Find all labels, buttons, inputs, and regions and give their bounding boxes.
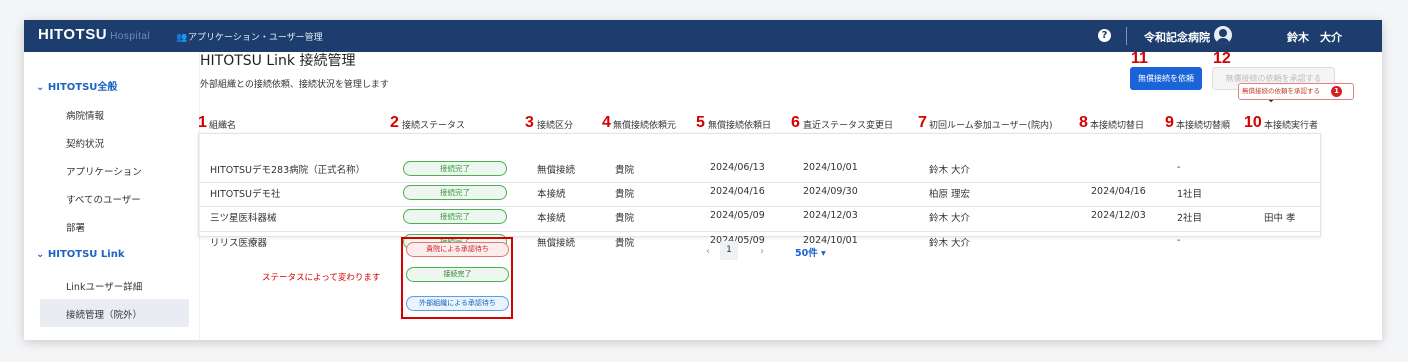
annotation-10: 10 xyxy=(1244,114,1262,131)
cell-first-room-user: 鈴木 大介 xyxy=(929,165,971,176)
nav-app-user-management[interactable]: 👥アプリケーション・ユーザー管理 xyxy=(176,30,323,43)
hospital-name: 令和記念病院 xyxy=(1144,31,1210,44)
help-icon[interactable]: ? xyxy=(1098,29,1111,42)
cell-requester: 貴院 xyxy=(615,238,635,249)
sidebar-item-departments[interactable]: 部署 xyxy=(66,220,85,234)
annotation-11: 11 xyxy=(1131,50,1148,67)
annotation-8: 8 xyxy=(1079,114,1088,131)
cell-org-name: HITOTSUデモ283病院（正式名称） xyxy=(210,165,366,176)
users-icon: 👥 xyxy=(176,33,188,43)
annotation-4: 4 xyxy=(602,114,611,131)
cell-status-change-date: 2024/12/03 xyxy=(803,210,858,221)
sidebar-item-contract[interactable]: 契約状況 xyxy=(66,136,104,150)
cell-type: 本接続 xyxy=(537,189,566,200)
status-note: ステータスによって変わります xyxy=(262,273,381,283)
top-bar: HITOTSU Hospital 👥アプリケーション・ユーザー管理 ? 令和記念病… xyxy=(24,20,1382,52)
status-badge-waiting-us: 貴院による承認待ち xyxy=(406,242,509,257)
cell-org-name: HITOTSUデモ社 xyxy=(210,189,281,200)
next-page-icon[interactable]: › xyxy=(760,246,764,257)
annotation-3: 3 xyxy=(525,114,534,131)
annotation-9: 9 xyxy=(1165,114,1174,131)
status-badge-done: 接続完了 xyxy=(406,267,509,282)
cell-org-name: リリス医療器 xyxy=(210,238,268,249)
cell-type: 本接続 xyxy=(537,213,566,224)
cell-request-date: 2024/06/13 xyxy=(710,162,765,173)
cell-first-room-user: 鈴木 大介 xyxy=(929,238,971,249)
cell-requester: 貴院 xyxy=(615,189,635,200)
row-divider xyxy=(198,231,1321,232)
annotation-12: 12 xyxy=(1213,50,1231,67)
cell-request-date: 2024/05/09 xyxy=(710,210,765,221)
cell-switch-order: - xyxy=(1177,235,1181,246)
chevron-down-icon: ⌄ xyxy=(36,82,48,93)
status-badge: 接続完了 xyxy=(403,161,507,176)
request-free-connection-button[interactable]: 無償接続を依頼 xyxy=(1130,67,1202,90)
cell-type: 無償接続 xyxy=(537,165,576,176)
user-name[interactable]: 鈴木 大介 xyxy=(1287,29,1342,45)
cell-switch-order: 2社目 xyxy=(1177,213,1203,224)
page-size-select[interactable]: 50件 ▾ xyxy=(795,245,826,259)
cell-first-room-user: 柏原 理宏 xyxy=(929,189,971,200)
annotation-2: 2 xyxy=(390,114,399,131)
avatar[interactable] xyxy=(1214,26,1232,44)
row-divider xyxy=(198,182,1321,183)
sidebar-item-applications[interactable]: アプリケーション xyxy=(66,164,142,178)
cell-first-room-user: 鈴木 大介 xyxy=(929,213,971,224)
row-divider xyxy=(198,206,1321,207)
sidebar: ⌄ HITOTSU全般 病院情報 契約状況 アプリケーション すべてのユーザー … xyxy=(24,52,200,340)
cell-requester: 貴院 xyxy=(615,165,635,176)
connections-table xyxy=(198,133,1321,237)
annotation-6: 6 xyxy=(791,114,800,131)
annotation-1: 1 xyxy=(198,114,207,131)
prev-page-icon[interactable]: ‹ xyxy=(706,246,710,257)
sidebar-item-link-user-detail[interactable]: Linkユーザー詳細 xyxy=(66,279,142,293)
annotation-5: 5 xyxy=(696,114,705,131)
divider xyxy=(1126,27,1127,45)
status-badge: 接続完了 xyxy=(403,209,507,224)
cell-type: 無償接続 xyxy=(537,238,576,249)
sidebar-item-hospital-info[interactable]: 病院情報 xyxy=(66,108,104,122)
cell-status-change-date: 2024/10/01 xyxy=(803,162,858,173)
logo[interactable]: HITOTSU Hospital xyxy=(38,26,150,43)
sidebar-item-connection-management[interactable]: 接続管理（院外） xyxy=(66,307,142,321)
cell-requester: 貴院 xyxy=(615,213,635,224)
cell-org-name: 三ツ星医科器械 xyxy=(210,213,277,224)
page-title: HITOTSU Link 接続管理 xyxy=(200,53,356,69)
cell-switch-order: - xyxy=(1177,162,1181,173)
chevron-down-icon: ⌄ xyxy=(36,249,48,260)
notification-badge: 1 xyxy=(1331,86,1342,97)
status-badge-waiting-external: 外部組織による承認待ち xyxy=(406,296,509,311)
status-badge: 接続完了 xyxy=(403,185,507,200)
annotation-7: 7 xyxy=(918,114,927,131)
cell-status-change-date: 2024/09/30 xyxy=(803,186,858,197)
cell-switch-date: 2024/04/16 xyxy=(1091,186,1146,197)
sidebar-section-general[interactable]: ⌄ HITOTSU全般 xyxy=(36,78,117,93)
cell-switch-date: 2024/12/03 xyxy=(1091,210,1146,221)
sidebar-section-link[interactable]: ⌄ HITOTSU Link xyxy=(36,249,124,260)
cell-switch-order: 1社目 xyxy=(1177,189,1203,200)
sidebar-item-all-users[interactable]: すべてのユーザー xyxy=(66,192,141,206)
page-button-1[interactable]: 1 xyxy=(720,241,738,260)
page-subtitle: 外部組織との接続依頼、接続状況を管理します xyxy=(200,80,389,90)
cell-executor: 田中 孝 xyxy=(1264,213,1296,224)
cell-request-date: 2024/04/16 xyxy=(710,186,765,197)
